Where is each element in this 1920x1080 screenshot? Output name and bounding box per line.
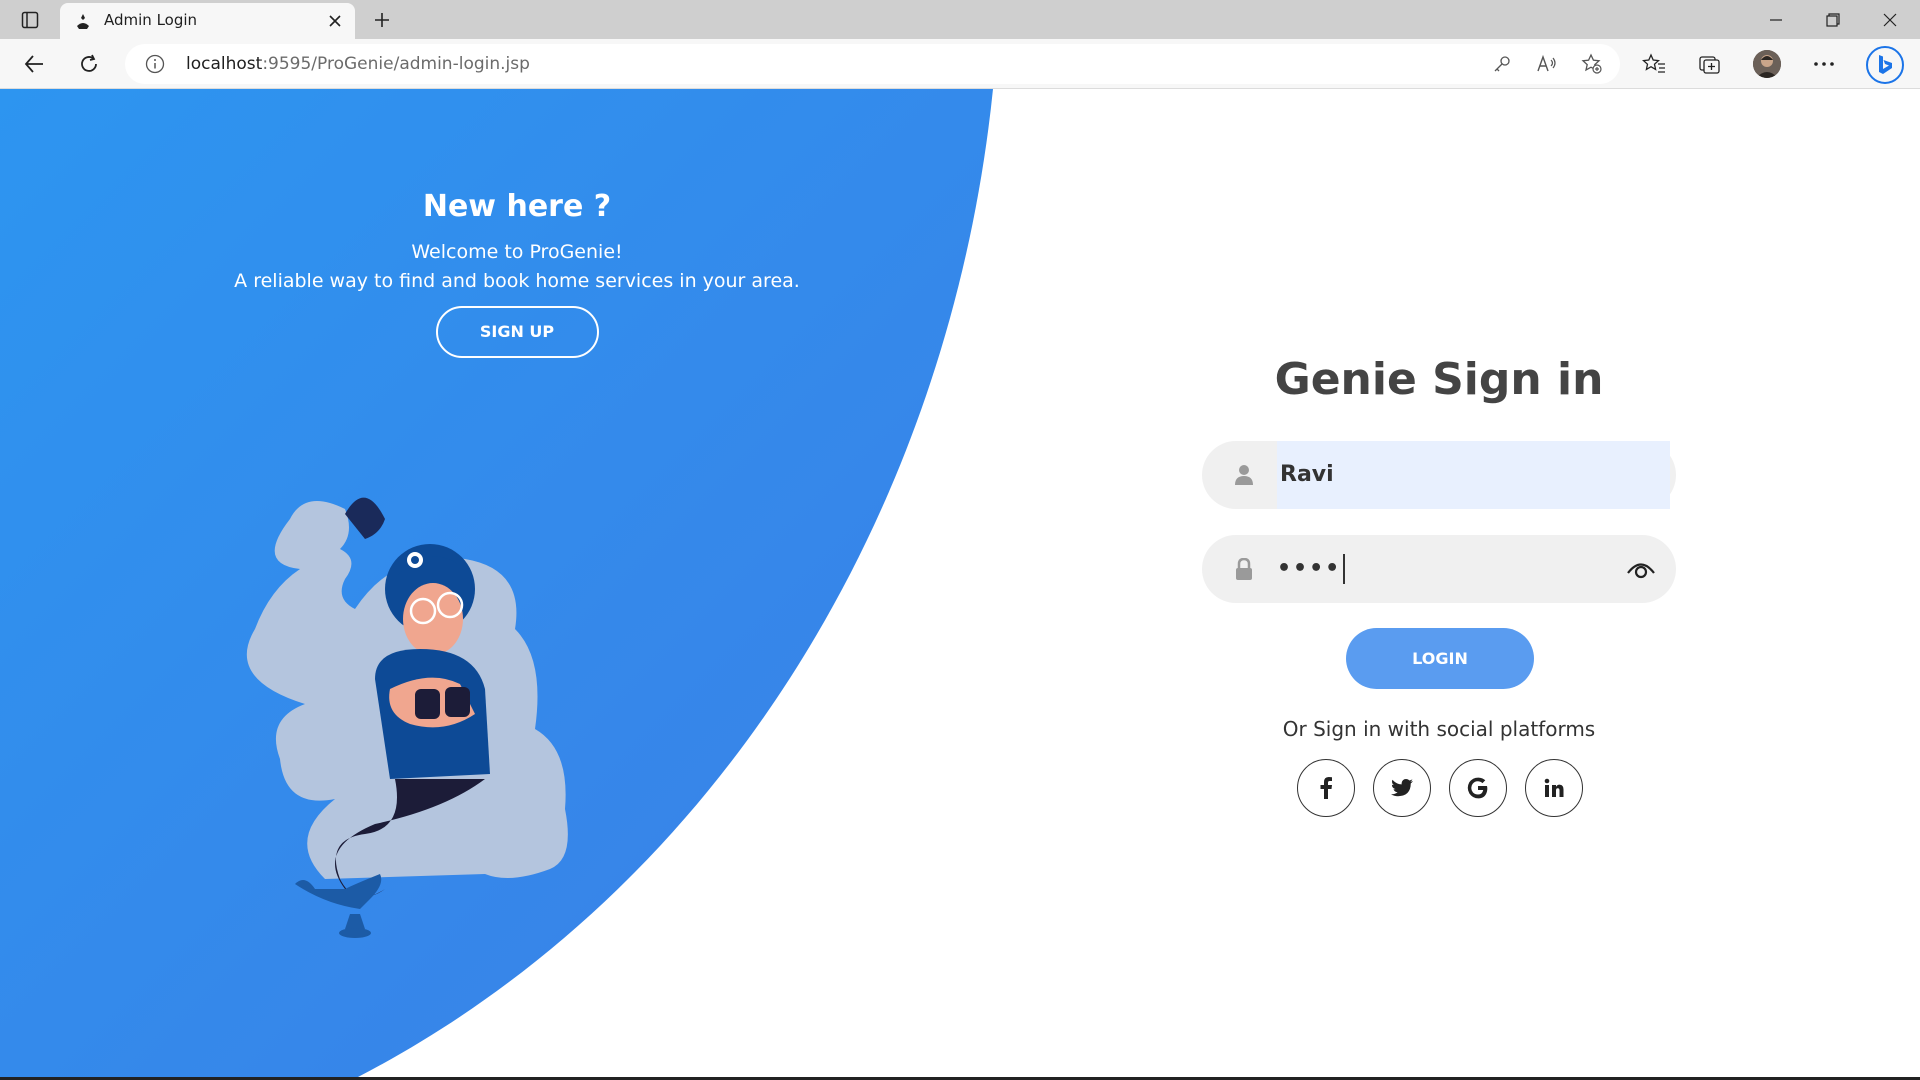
- page-content: New here ? Welcome to ProGenie! A reliab…: [0, 89, 1920, 1077]
- restore-icon[interactable]: [1810, 6, 1856, 34]
- browser-tab[interactable]: Admin Login: [60, 3, 355, 39]
- bing-icon[interactable]: [1866, 46, 1904, 84]
- close-tab-icon[interactable]: [325, 11, 345, 31]
- profile-avatar[interactable]: [1753, 50, 1781, 78]
- google-icon[interactable]: [1449, 759, 1507, 817]
- url-path: :9595/ProGenie/admin-login.jsp: [262, 54, 530, 74]
- panel-welcome-text: Welcome to ProGenie!: [411, 241, 623, 263]
- panel-description: A reliable way to find and book home ser…: [234, 270, 800, 292]
- social-icons: [1297, 759, 1597, 819]
- genie-illustration: [246, 497, 568, 938]
- close-window-icon[interactable]: [1867, 6, 1913, 34]
- tab-actions-icon[interactable]: [17, 7, 43, 33]
- linkedin-icon[interactable]: [1525, 759, 1583, 817]
- url-host: localhost: [186, 54, 263, 74]
- password-dots: ••••: [1277, 556, 1342, 581]
- add-favorite-icon[interactable]: [1578, 50, 1606, 78]
- tab-title: Admin Login: [104, 11, 198, 29]
- url-text[interactable]: localhost:9595/ProGenie/admin-login.jsp: [186, 54, 530, 74]
- new-tab-icon[interactable]: [369, 7, 395, 33]
- user-icon: [1232, 463, 1256, 487]
- password-input[interactable]: ••••: [1277, 535, 1346, 603]
- key-icon[interactable]: [1488, 50, 1516, 78]
- read-aloud-icon[interactable]: [1533, 50, 1561, 78]
- reload-icon[interactable]: [73, 48, 105, 80]
- username-input[interactable]: Ravi: [1280, 441, 1334, 509]
- signup-panel: New here ? Welcome to ProGenie! A reliab…: [217, 189, 817, 358]
- autofill-highlight: [1277, 441, 1670, 509]
- lock-icon: [1232, 557, 1256, 581]
- more-options-icon[interactable]: [1808, 48, 1840, 80]
- favorites-icon[interactable]: [1638, 48, 1670, 80]
- form-title: Genie Sign in: [1274, 354, 1604, 405]
- facebook-icon[interactable]: [1297, 759, 1355, 817]
- twitter-icon[interactable]: [1373, 759, 1431, 817]
- address-bar[interactable]: localhost:9595/ProGenie/admin-login.jsp: [125, 44, 1620, 84]
- eye-icon[interactable]: [1626, 555, 1656, 583]
- social-signin-text: Or Sign in with social platforms: [1282, 717, 1596, 741]
- password-field[interactable]: ••••: [1202, 535, 1676, 603]
- genie-favicon-icon: [73, 12, 93, 32]
- back-icon[interactable]: [18, 48, 50, 80]
- sign-up-button[interactable]: SIGN UP: [435, 306, 599, 358]
- browser-toolbar: localhost:9595/ProGenie/admin-login.jsp: [0, 39, 1920, 89]
- panel-title: New here ?: [422, 189, 612, 224]
- username-field[interactable]: Ravi: [1202, 441, 1676, 509]
- site-info-icon[interactable]: [145, 54, 165, 74]
- login-button[interactable]: LOGIN: [1346, 628, 1534, 689]
- minimize-icon[interactable]: [1753, 6, 1799, 34]
- tab-strip: Admin Login: [0, 0, 1920, 39]
- text-caret: [1343, 554, 1346, 584]
- collections-icon[interactable]: [1694, 48, 1726, 80]
